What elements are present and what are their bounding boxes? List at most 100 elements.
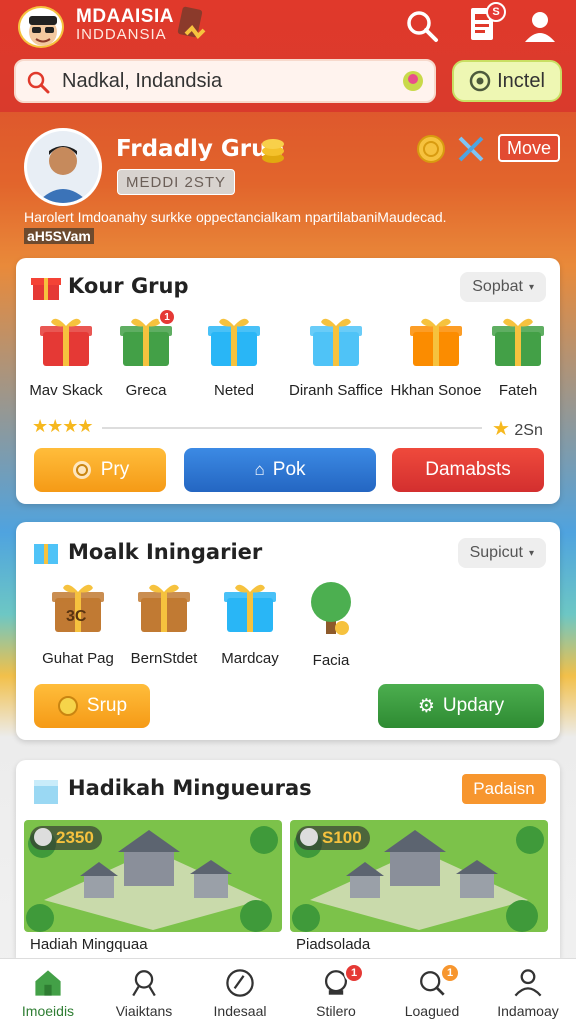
ranking-icon xyxy=(132,970,156,997)
color-orb-icon xyxy=(403,71,423,91)
crate-item-label: BernStdet xyxy=(130,650,198,667)
nav-item-label: Stilero xyxy=(316,1003,356,1019)
chevron-down-icon: ▾ xyxy=(528,547,534,559)
crate-item-label: Guhat Pag xyxy=(42,650,114,667)
danger-button-label: Damabsts xyxy=(425,459,511,480)
card-title: Hadikah Mingueuras xyxy=(68,776,312,800)
gold-coin-icon xyxy=(417,135,445,163)
crate-icon xyxy=(224,584,276,632)
nav-item-label: Indamoay xyxy=(497,1003,559,1019)
srup-button[interactable]: Srup xyxy=(34,684,150,728)
hadikah-card: Hadikah Mingueuras Padaisn 2350 Hadiah Mi… xyxy=(16,760,560,958)
nav-item-label: Viaiktans xyxy=(115,1003,173,1019)
nav-item[interactable]: Indesaal xyxy=(192,965,288,1019)
nav-item[interactable]: Loagued 1 xyxy=(384,963,480,1019)
house-icon: ⌂ xyxy=(254,460,265,479)
gift-box-icon xyxy=(492,318,544,366)
price-chip: S100 xyxy=(296,826,370,850)
nav-item-label: Imoeidis xyxy=(21,1003,75,1019)
nav-item[interactable]: Imoeidis xyxy=(0,965,96,1019)
play-button[interactable]: Pry xyxy=(34,448,166,492)
rating-stars: ★★★★ xyxy=(32,416,94,436)
crate-item-label: Facia xyxy=(312,652,350,669)
nav-badge: 1 xyxy=(440,963,460,983)
crate-icon xyxy=(52,584,104,632)
chevron-down-icon: ▾ xyxy=(528,281,534,293)
danger-button[interactable]: Damabsts xyxy=(392,448,544,492)
group-description: Harolert Imdoanahy surkke oppectancialka… xyxy=(24,209,447,225)
group-hero: Frdadly Grup MEDDI 2STY Move Harolert Im… xyxy=(0,112,576,258)
gift-box-icon xyxy=(310,318,362,366)
group-avatar[interactable] xyxy=(24,128,102,206)
price-chip: 2350 xyxy=(30,826,102,850)
coin-icon xyxy=(72,461,91,479)
building-tile[interactable]: 2350 Hadiah Mingquaa xyxy=(24,820,282,956)
gift-icon xyxy=(31,278,61,300)
crate-item[interactable]: BernStdet xyxy=(114,578,214,667)
search-icon[interactable] xyxy=(404,8,440,44)
pok-button[interactable]: ⌂ Pok xyxy=(184,448,376,492)
top-bar: MDAAISIA INDDANSIA S Nadkal, Indandsia I… xyxy=(0,0,576,112)
ice-crate-icon xyxy=(34,780,58,804)
timer-icon xyxy=(34,828,52,846)
building-tile[interactable]: S100 Piadsolada xyxy=(290,820,548,956)
crate-icon xyxy=(138,584,190,632)
crate-item[interactable]: Guhat Pag 3C xyxy=(28,578,128,667)
inctel-label: Inctel xyxy=(497,69,545,92)
price-value: S100 xyxy=(322,828,362,847)
update-button-label: Updary xyxy=(442,695,505,716)
tree-icon xyxy=(311,582,351,635)
move-button[interactable]: Move xyxy=(498,134,560,162)
search-bar[interactable]: Nadkal, Indandsia xyxy=(14,59,436,103)
srup-button-label: Srup xyxy=(86,695,128,716)
document-button[interactable]: S xyxy=(468,2,506,44)
compass-icon xyxy=(226,969,254,997)
brand-subtitle: INDDANSIA xyxy=(76,26,167,43)
nav-badge: 1 xyxy=(344,963,364,983)
nav-item-label: Indesaal xyxy=(213,1003,267,1019)
coin-icon xyxy=(57,696,78,716)
gift-item-label: Fateh xyxy=(498,382,538,399)
card-title: Moalk Iningarier xyxy=(68,540,263,564)
inctel-button[interactable]: Inctel xyxy=(452,60,562,102)
tile-caption: Piadsolada xyxy=(296,936,371,953)
brand-title: MDAAISIA xyxy=(76,6,174,27)
update-button[interactable]: ⚙ Updary xyxy=(378,684,544,728)
padaisn-button[interactable]: Padaisn xyxy=(462,774,546,804)
profile-icon xyxy=(514,969,542,997)
notification-badge: S xyxy=(486,2,506,22)
tile-caption: Hadiah Mingquaa xyxy=(30,936,148,953)
blue-crate-icon xyxy=(34,544,58,564)
nav-item[interactable]: Stilero 1 xyxy=(288,963,384,1019)
crossed-swords-icon xyxy=(458,136,484,162)
gift-box-icon xyxy=(410,318,462,366)
crate-overlay-text: 3C xyxy=(66,608,87,625)
search-field-icon xyxy=(27,71,50,94)
nav-item[interactable]: Indamoay xyxy=(480,965,576,1019)
right-value-text: 2Sn xyxy=(514,422,543,439)
group-subline: aH5SVam xyxy=(24,228,94,244)
gift-item[interactable]: Fateh xyxy=(458,312,576,399)
search-input[interactable]: Nadkal, Indandsia xyxy=(62,70,222,93)
gift-box-icon xyxy=(208,318,260,366)
profile-icon[interactable] xyxy=(522,8,558,44)
sort-select[interactable]: Sopbat ▾ xyxy=(460,272,546,302)
right-value: ★ 2Sn xyxy=(492,416,543,441)
nav-item[interactable]: Viaiktans xyxy=(96,965,192,1019)
nav-item-label: Loagued xyxy=(404,1003,460,1019)
filter-select[interactable]: Supicut ▾ xyxy=(457,538,546,568)
coin-stack-icon xyxy=(262,139,284,163)
play-button-label: Pry xyxy=(100,459,130,480)
crate-item[interactable]: Facia xyxy=(281,578,381,669)
bottom-navigation: Imoeidis Viaiktans Indesaal Stilero 1 Loagued… xyxy=(0,958,576,1024)
brand-logo-avatar xyxy=(18,6,64,48)
sort-select-label: Sopbat xyxy=(472,278,523,295)
moalk-card: Moalk Iningarier Supicut ▾ Guhat Pag 3C Be… xyxy=(16,522,560,740)
home-icon xyxy=(35,970,61,996)
star-icon: ★ xyxy=(492,418,510,440)
group-tag: MEDDI 2STY xyxy=(117,169,235,195)
kour-grup-card: Kour Grup Sopbat ▾ Mav Skack Greca 1 Neted D… xyxy=(16,258,560,504)
gear-icon: ⚙ xyxy=(417,695,435,717)
progress-line xyxy=(102,427,482,429)
card-title: Kour Grup xyxy=(68,274,189,298)
